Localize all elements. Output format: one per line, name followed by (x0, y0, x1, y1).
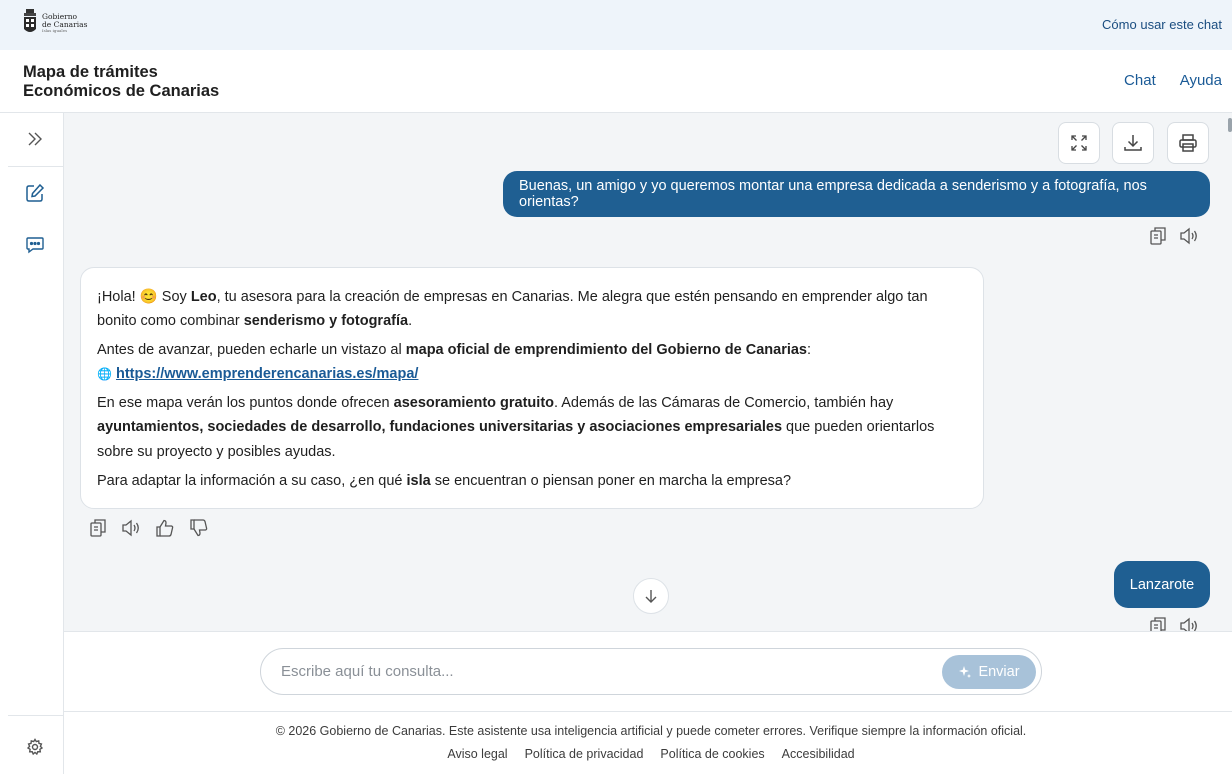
expand-sidebar-button[interactable] (22, 126, 48, 152)
print-button[interactable] (1167, 122, 1209, 164)
logo-text: Gobierno de Canarias Islas iguales (42, 13, 87, 33)
page-title: Mapa de trámites Económicos de Canarias (23, 63, 219, 101)
copy-icon[interactable] (89, 518, 107, 538)
assistant-paragraph-1: ¡Hola! 😊 Soy Leo, tu asesora para la cre… (97, 285, 967, 334)
expand-icon (28, 132, 42, 146)
speaker-icon[interactable] (1179, 227, 1199, 245)
text-span: se encuentran o piensan poner en marcha … (430, 472, 792, 489)
bold-text: isla (406, 472, 431, 489)
text-span: ¡Hola! 😊 Soy (97, 289, 191, 305)
sparkles-icon (959, 666, 972, 678)
assistant-message: ¡Hola! 😊 Soy Leo, tu asesora para la cre… (80, 267, 984, 509)
chat-history-icon (26, 237, 44, 254)
send-button-label: Enviar (978, 664, 1020, 680)
new-chat-button[interactable] (22, 180, 48, 206)
footer: © 2026 Gobierno de Canarias. Este asiste… (64, 711, 1232, 774)
fullscreen-button[interactable] (1058, 122, 1100, 164)
nav-chat[interactable]: Chat (1124, 72, 1156, 89)
download-icon (1124, 135, 1142, 151)
bold-text: ayuntamientos, sociedades de desarrollo,… (97, 419, 783, 436)
map-link[interactable]: https://www.emprenderencanarias.es/mapa/ (116, 366, 418, 382)
app-header: Mapa de trámites Económicos de Canarias … (0, 50, 1232, 113)
how-to-use-link[interactable]: Cómo usar este chat (1102, 17, 1222, 32)
assistant-paragraph-4: Para adaptar la información a su caso, ¿… (97, 469, 967, 493)
assistant-message-actions (89, 518, 209, 538)
text-span: . (408, 313, 413, 330)
footer-link-cookies[interactable]: Política de cookies (660, 747, 764, 761)
text-span: : (807, 342, 812, 359)
user-message-actions (1149, 616, 1199, 631)
scrollbar-thumb[interactable] (1228, 118, 1232, 132)
text-span: , tu asesora para la creación de empresa… (97, 289, 928, 330)
footer-link-privacy[interactable]: Política de privacidad (525, 747, 644, 761)
assistant-paragraph-3: En ese mapa verán los puntos donde ofrec… (97, 391, 967, 464)
assistant-name: Leo (190, 289, 217, 305)
footer-disclaimer: © 2026 Gobierno de Canarias. Este asiste… (275, 724, 1027, 738)
user-message-text: Lanzarote (1129, 576, 1195, 593)
text-span: Para adaptar la información a su caso, ¿… (97, 472, 407, 489)
chat-history-button[interactable] (22, 232, 48, 258)
speaker-icon[interactable] (121, 519, 141, 537)
logo-line-3: Islas iguales (42, 28, 68, 33)
text-span: Antes de avanzar, pueden echarle un vist… (97, 342, 406, 359)
settings-button[interactable] (22, 734, 48, 760)
print-icon (1179, 134, 1197, 152)
top-bar: Gobierno de Canarias Islas iguales Cómo … (0, 0, 1232, 50)
coat-of-arms-icon (24, 9, 36, 32)
user-message: Buenas, un amigo y yo queremos montar un… (503, 171, 1210, 217)
composer: Enviar (64, 631, 1232, 711)
sidebar (8, 113, 64, 774)
fullscreen-icon (1071, 135, 1087, 151)
sidebar-bottom-divider (8, 715, 63, 716)
thumbs-up-icon[interactable] (155, 519, 175, 537)
globe-icon: 🌐 (97, 367, 112, 382)
new-chat-icon (26, 183, 45, 202)
bold-text: senderismo y fotografía (243, 313, 409, 330)
footer-links: Aviso legal Política de privacidad Polít… (64, 747, 1232, 761)
text-span: . Además de las Cámaras de Comercio, tam… (554, 395, 894, 412)
arrow-down-icon (645, 590, 657, 603)
copy-icon[interactable] (1149, 226, 1167, 246)
nav-help[interactable]: Ayuda (1180, 72, 1222, 89)
chat-area[interactable]: Buenas, un amigo y yo queremos montar un… (64, 113, 1232, 631)
gobierno-logo[interactable]: Gobierno de Canarias Islas iguales (22, 9, 87, 37)
page-title-line-1: Mapa de trámites (23, 63, 158, 81)
send-button[interactable]: Enviar (942, 655, 1036, 689)
sidebar-divider (8, 166, 63, 167)
user-message: Lanzarote (1114, 561, 1210, 608)
main-nav: Chat Ayuda (1124, 72, 1222, 89)
thumbs-down-icon[interactable] (189, 519, 209, 537)
assistant-paragraph-2: Antes de avanzar, pueden echarle un vist… (97, 338, 967, 387)
speaker-icon[interactable] (1179, 617, 1199, 631)
settings-icon (26, 738, 44, 756)
page-title-line-2: Económicos de Canarias (23, 82, 220, 100)
user-message-actions (1149, 226, 1199, 246)
message-input[interactable] (281, 649, 921, 694)
message-input-wrapper: Enviar (260, 648, 1042, 695)
scroll-to-bottom-button[interactable] (633, 578, 669, 614)
footer-link-legal[interactable]: Aviso legal (447, 747, 507, 761)
bold-text: asesoramiento gratuito (393, 395, 554, 412)
logo-line-2: de Canarias (42, 19, 88, 29)
footer-link-accessibility[interactable]: Accesibilidad (782, 747, 855, 761)
copy-icon[interactable] (1149, 616, 1167, 631)
bold-text: mapa oficial de emprendimiento del Gobie… (405, 342, 807, 359)
download-button[interactable] (1112, 122, 1154, 164)
user-message-text: Buenas, un amigo y yo queremos montar un… (519, 178, 1147, 210)
text-span: En ese mapa verán los puntos donde ofrec… (97, 395, 394, 412)
